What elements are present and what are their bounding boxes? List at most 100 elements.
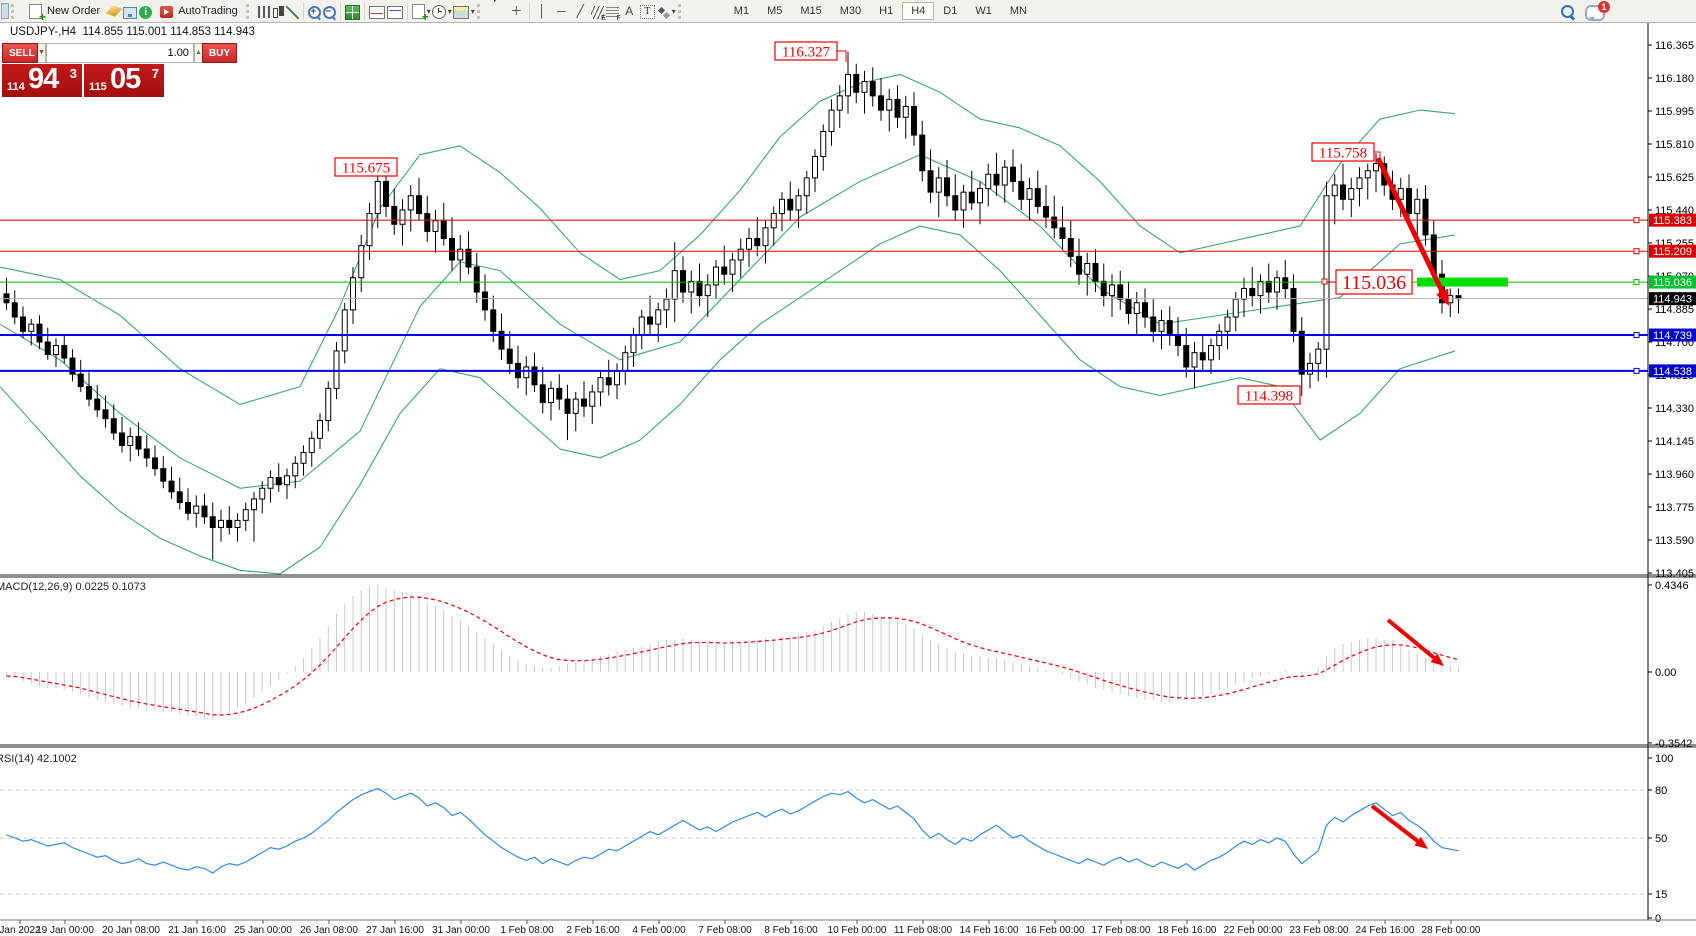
chart-canvas[interactable]: 116.327115.675115.758115.036114.398116.3…	[0, 23, 1696, 936]
buy-price-whole: 115	[89, 81, 107, 93]
time-label: 28 Feb 00:00	[1422, 925, 1481, 936]
arrows-icon[interactable]	[657, 6, 670, 19]
sell-button[interactable]: SELL	[2, 43, 38, 63]
toolbar-drag-handle[interactable]	[11, 4, 18, 19]
svg-text:100: 100	[1655, 753, 1673, 765]
chevron-down-icon[interactable]: ▾	[448, 7, 452, 16]
tile-windows-icon[interactable]	[345, 5, 360, 20]
time-axis[interactable]: Jan 202219 Jan 00:0020 Jan 08:0021 Jan 1…	[0, 920, 1696, 936]
svg-text:114.145: 114.145	[1655, 436, 1694, 448]
time-label: 7 Feb 08:00	[698, 925, 752, 936]
chart-title: USDJPY-,H4 114.855 115.001 114.853 114.9…	[10, 26, 255, 38]
volume-decrease-button[interactable]: ▼	[38, 43, 46, 63]
sell-price-whole: 114	[7, 81, 25, 93]
svg-text:15: 15	[1655, 889, 1667, 901]
svg-text:113.960: 113.960	[1655, 469, 1694, 481]
cursor-icon[interactable]	[494, 0, 501, 15]
green-highlight-bar[interactable]	[1417, 278, 1508, 287]
time-label: 25 Jan 00:00	[234, 925, 292, 936]
svg-text:50: 50	[1655, 833, 1667, 845]
mt4-terminal: { "toolbar": { "new_order": "New Order",…	[0, 0, 1696, 936]
tab-mn[interactable]: MN	[1001, 2, 1036, 20]
trendline-icon[interactable]: ╱	[572, 3, 589, 20]
svg-text:115.995: 115.995	[1655, 106, 1694, 118]
volume-input[interactable]	[46, 43, 194, 63]
price-label: 115.036	[1342, 272, 1406, 294]
svg-text:116.365: 116.365	[1655, 40, 1694, 52]
time-label: 27 Jan 16:00	[366, 925, 424, 936]
new-chart-icon[interactable]	[412, 4, 425, 19]
tab-d1[interactable]: D1	[934, 2, 966, 20]
new-order-button[interactable]: New Order	[22, 3, 106, 20]
tab-m1[interactable]: M1	[725, 2, 758, 20]
autotrading-icon	[160, 6, 173, 18]
tab-m15[interactable]: M15	[791, 2, 830, 20]
notifications-icon[interactable]: 1	[1585, 5, 1605, 21]
time-label: Jan 2022	[0, 925, 41, 936]
toolbar-drag-handle[interactable]	[678, 4, 685, 19]
equidistant-channel-icon[interactable]: E	[591, 6, 604, 19]
zoom-out-icon[interactable]: −	[323, 5, 336, 18]
search-icon[interactable]	[1561, 4, 1575, 18]
indicator-list-icon[interactable]	[387, 6, 403, 19]
buy-button[interactable]: BUY	[202, 43, 237, 63]
toolbar-drag-handle[interactable]	[477, 4, 484, 19]
macd-label: MACD(12,26,9) 0.0225 0.1073	[0, 581, 146, 593]
trend-arrow-macd[interactable]	[1388, 620, 1444, 666]
time-label: 24 Feb 16:00	[1356, 925, 1415, 936]
indicator-window-icon[interactable]	[369, 6, 385, 19]
time-label: 23 Feb 08:00	[1290, 925, 1349, 936]
price-label: 115.758	[1319, 145, 1367, 161]
price-label: 116.327	[782, 44, 831, 60]
text-icon[interactable]: A	[621, 3, 638, 20]
time-label: 19 Jan 00:00	[36, 925, 94, 936]
vertical-line-icon[interactable]: │	[534, 3, 551, 20]
svg-text:114.739: 114.739	[1653, 330, 1692, 342]
time-label: 1 Feb 08:00	[500, 925, 554, 936]
horizontal-line-icon[interactable]: ─	[553, 3, 570, 20]
buy-price-pips: 05	[110, 64, 140, 96]
sell-price-display[interactable]: 114 94 3	[2, 64, 82, 97]
toolbar-drag-handle[interactable]	[246, 4, 253, 19]
divider	[340, 3, 341, 20]
sell-price-point: 3	[70, 66, 77, 81]
time-label: 4 Feb 00:00	[632, 925, 686, 936]
horizontal-line-objects[interactable]	[0, 218, 1648, 374]
crosshair-icon[interactable]: ＋	[508, 3, 525, 20]
text-label-icon[interactable]: T	[640, 5, 655, 19]
svg-text:115.810: 115.810	[1655, 139, 1694, 151]
tab-w1[interactable]: W1	[966, 2, 1001, 20]
tab-m30[interactable]: M30	[831, 2, 870, 20]
autotrading-label: AutoTrading	[178, 5, 238, 17]
line-chart-icon[interactable]	[286, 6, 299, 19]
template-icon[interactable]	[453, 6, 469, 19]
gold-icon[interactable]	[106, 5, 123, 16]
svg-text:114.330: 114.330	[1655, 403, 1694, 415]
chevron-down-icon[interactable]: ▾	[471, 7, 475, 16]
one-click-trading-panel: SELL ▼ ▲ BUY 114 94 3 115 05 7	[2, 43, 164, 97]
chart-region[interactable]: 116.327115.675115.758115.036114.398116.3…	[0, 23, 1696, 936]
period-clock-icon[interactable]	[432, 5, 446, 19]
tab-m5[interactable]: M5	[758, 2, 791, 20]
tab-h4[interactable]: H4	[902, 2, 934, 20]
volume-increase-button[interactable]: ▲	[194, 43, 202, 63]
new-order-icon	[29, 4, 42, 19]
chevron-down-icon[interactable]: ▾	[672, 7, 676, 16]
price-label: 114.398	[1245, 388, 1293, 404]
zoom-in-icon[interactable]: +	[308, 5, 321, 18]
tab-h1[interactable]: H1	[870, 2, 902, 20]
sell-price-pips: 94	[28, 64, 58, 96]
price-annotations[interactable]: 116.327115.675115.758115.036114.398	[335, 42, 1412, 404]
expert-advisor-icon[interactable]	[123, 7, 137, 19]
info-icon[interactable]: i	[139, 6, 152, 19]
fibonacci-icon[interactable]: F	[606, 6, 619, 19]
toolbar: New Order i AutoTrading + − ▾ ▾ ▾ ＋ │ ─ …	[0, 0, 1696, 23]
clipped-window-icon	[1, 3, 9, 19]
rsi-panel: 1008050150RSI(14) 42.1002	[0, 753, 1673, 925]
svg-text:115.036: 115.036	[1653, 277, 1692, 289]
bar-chart-icon[interactable]	[258, 6, 270, 18]
buy-price-display[interactable]: 115 05 7	[84, 64, 164, 97]
candlestick-chart-icon[interactable]	[272, 6, 284, 19]
macd-panel: 0.43460.00-0.3542MACD(12,26,9) 0.0225 0.…	[0, 580, 1692, 750]
autotrading-button[interactable]: AutoTrading	[153, 3, 244, 19]
